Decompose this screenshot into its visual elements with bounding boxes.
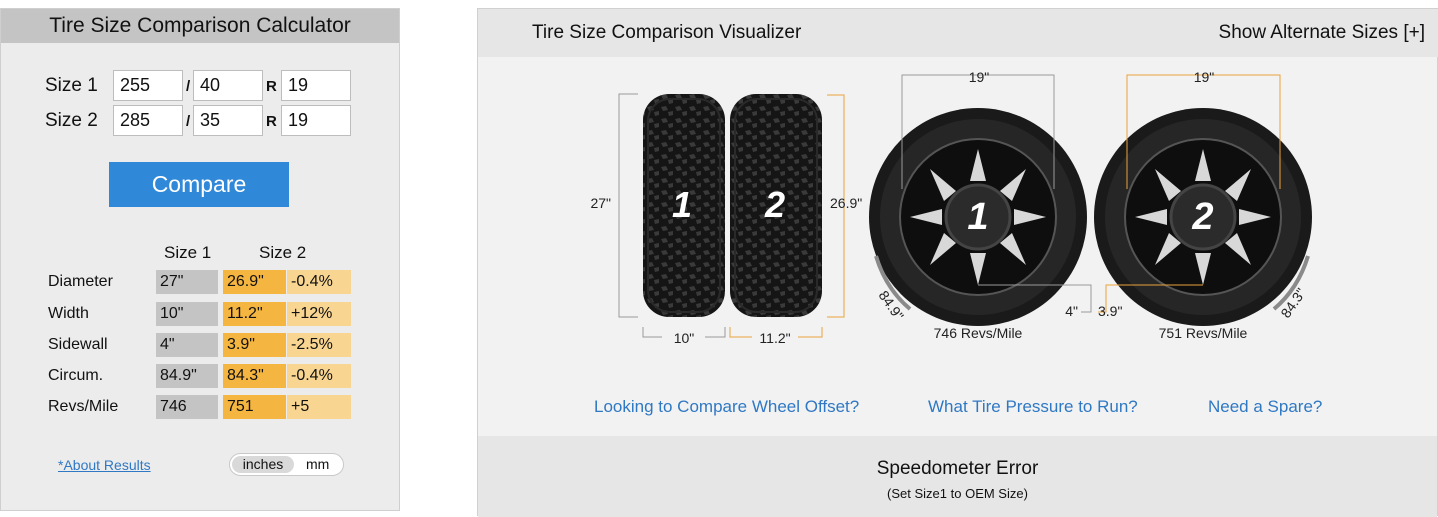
revs2-label: 751 Revs/Mile: [1159, 325, 1248, 341]
wheel2-number: 2: [1191, 196, 1213, 238]
row-revs-diff: +5: [287, 395, 351, 419]
revs1-label: 746 Revs/Mile: [934, 325, 1023, 341]
row-width-size2: 11.2": [223, 302, 286, 326]
row-revs-label: Revs/Mile: [48, 398, 119, 415]
row-circum-diff: -0.4%: [287, 364, 351, 388]
calculator-title: Tire Size Comparison Calculator: [1, 9, 399, 43]
wheel1-number: 1: [967, 196, 988, 238]
side2-label: 3.9": [1098, 303, 1122, 319]
unit-inches-option[interactable]: inches: [232, 456, 294, 473]
compare-button[interactable]: Compare: [109, 162, 289, 207]
row-diameter-size2: 26.9": [223, 270, 286, 294]
size2-slash: /: [186, 113, 191, 130]
row-revs-size1: 746: [156, 395, 218, 419]
unit-mm-option[interactable]: mm: [306, 456, 336, 473]
width2-label: 11.2": [759, 330, 790, 346]
size1-width-input[interactable]: 255: [113, 70, 183, 101]
side1-label: 4": [1065, 303, 1078, 319]
dia1-label: 27": [590, 195, 611, 211]
size1-r: R: [266, 78, 277, 95]
size2-r: R: [266, 113, 277, 130]
row-width-diff: +12%: [287, 302, 351, 326]
compare-wheel-offset-link[interactable]: Looking to Compare Wheel Offset?: [594, 397, 859, 417]
row-width-label: Width: [48, 305, 89, 322]
size2-width-input[interactable]: 285: [113, 105, 183, 136]
tire-pressure-link[interactable]: What Tire Pressure to Run?: [928, 397, 1138, 417]
row-sidewall-label: Sidewall: [48, 336, 108, 353]
visualizer-header: Tire Size Comparison Visualizer Show Alt…: [478, 9, 1438, 57]
dia2-label: 26.9": [830, 195, 862, 211]
speedometer-error-title: Speedometer Error: [876, 458, 1039, 479]
row-diameter-size1: 27": [156, 270, 218, 294]
size1-slash: /: [186, 78, 191, 95]
need-a-spare-link[interactable]: Need a Spare?: [1208, 397, 1322, 417]
row-diameter-label: Diameter: [48, 273, 113, 290]
size2-rim-input[interactable]: 19: [281, 105, 351, 136]
calculator-panel: Tire Size Comparison Calculator Size 1 2…: [0, 8, 400, 511]
row-circum-size1: 84.9": [156, 364, 218, 388]
size2-aspect-input[interactable]: 35: [193, 105, 263, 136]
row-sidewall-size1: 4": [156, 333, 218, 357]
rim2-label: 19": [1194, 69, 1215, 85]
visualizer-title: Tire Size Comparison Visualizer: [532, 22, 802, 43]
dia1-bracket: [618, 93, 638, 318]
about-results-link[interactable]: *About Results: [58, 457, 151, 473]
row-width-size1: 10": [156, 302, 218, 326]
row-revs-size2: 751: [223, 395, 286, 419]
row-sidewall-size2: 3.9": [223, 333, 286, 357]
tire-visual: 1 2 27" 26.9" 10" 11.2" 1 2 19" 19" 4" 3…: [590, 69, 1312, 346]
results-col-size2: Size 2: [259, 243, 307, 262]
speedometer-error-subtitle: (Set Size1 to OEM Size): [887, 486, 1028, 501]
unit-toggle[interactable]: inches mm: [229, 453, 344, 476]
row-sidewall-diff: -2.5%: [287, 333, 351, 357]
size1-aspect-input[interactable]: 40: [193, 70, 263, 101]
size1-rim-input[interactable]: 19: [281, 70, 351, 101]
tire1-number: 1: [672, 184, 692, 225]
row-diameter-diff: -0.4%: [287, 270, 351, 294]
results-col-size1: Size 1: [164, 243, 212, 262]
visualizer-panel: Tire Size Comparison Visualizer Show Alt…: [477, 8, 1438, 517]
rim1-label: 19": [969, 69, 990, 85]
show-alternate-sizes-link[interactable]: Show Alternate Sizes [+]: [1219, 22, 1425, 44]
size1-label: Size 1: [45, 75, 98, 96]
row-circum-label: Circum.: [48, 367, 104, 384]
width1-label: 10": [674, 330, 695, 346]
speedometer-error-section: Speedometer Error (Set Size1 to OEM Size…: [478, 436, 1437, 517]
size2-label: Size 2: [45, 110, 98, 131]
tire2-number: 2: [764, 184, 785, 225]
row-circum-size2: 84.3": [223, 364, 286, 388]
